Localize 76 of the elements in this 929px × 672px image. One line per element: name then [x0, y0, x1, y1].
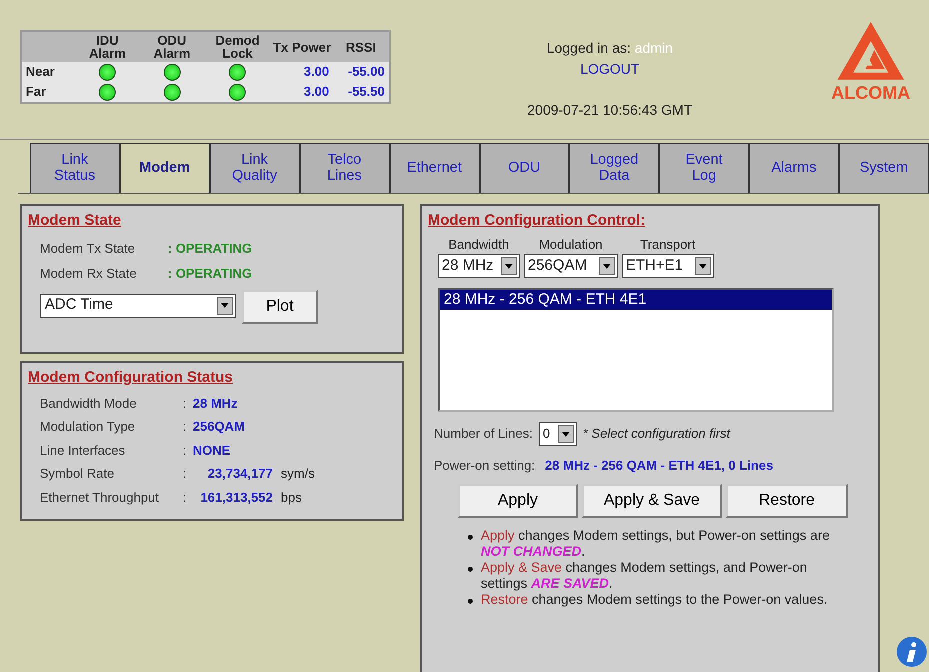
- table-cell: -55.50: [348, 84, 385, 99]
- nav-tab[interactable]: Ethernet: [390, 143, 480, 193]
- status-value: 161,313,552: [200, 488, 273, 506]
- nav-tab[interactable]: Logged Data: [569, 143, 660, 193]
- select-field[interactable]: ETH+E1: [622, 254, 714, 278]
- nav-tab[interactable]: Telco Lines: [300, 143, 390, 193]
- hint-text: * Select configuration first: [583, 425, 730, 444]
- status-value: 23,734,177: [206, 465, 273, 483]
- separator-text: :: [183, 442, 188, 460]
- column-header: RSSI: [346, 40, 376, 54]
- action-button[interactable]: Restore: [726, 484, 848, 518]
- field-label: Modem Tx State: [40, 240, 136, 258]
- select-label: Modulation: [539, 236, 603, 254]
- status-value: : OPERATING: [168, 265, 252, 283]
- section-title: Modem Configuration Control:: [428, 211, 646, 231]
- lines-select[interactable]: 0: [539, 422, 577, 446]
- nav-tab[interactable]: Link Quality: [210, 143, 300, 193]
- table-cell: 3.00: [304, 64, 330, 79]
- power-on-value: 28 MHz - 256 QAM - ETH 4E1, 0 Lines: [545, 457, 774, 475]
- logo-text: ALCOMA: [830, 84, 912, 102]
- logo-icon: [836, 20, 906, 82]
- field-label: Number of Lines:: [434, 425, 533, 444]
- bullet-icon: [468, 599, 473, 604]
- datetime-text: 2009-07-21 10:56:43 GMT: [526, 101, 694, 120]
- field-label: Symbol Rate: [40, 465, 116, 483]
- separator-text: :: [183, 465, 188, 483]
- column-header: Demod Lock: [216, 33, 260, 61]
- plot-select[interactable]: ADC Time: [40, 294, 236, 318]
- select-field[interactable]: 256QAM: [524, 254, 618, 278]
- status-value: 256QAM: [193, 418, 246, 436]
- table-cell: -55.00: [348, 64, 385, 79]
- note-text: Apply & Save changes Modem settings, and Power-on settings ARE SAVED.: [481, 560, 808, 592]
- column-header: Tx Power: [273, 40, 332, 54]
- plot-button[interactable]: Plot: [242, 290, 318, 324]
- nav-tab[interactable]: ODU: [480, 143, 570, 193]
- select-field[interactable]: 28 MHz: [438, 254, 520, 278]
- nav-tab[interactable]: Event Log: [659, 143, 750, 193]
- bullet-icon: [468, 534, 473, 540]
- nav-tab[interactable]: Modem: [120, 143, 210, 193]
- note-text: Apply changes Modem settings, but Power-on settings are NOT CHANGED.: [481, 528, 831, 560]
- column-header: ODU Alarm: [154, 33, 191, 61]
- field-label: Ethernet Throughput: [40, 488, 160, 507]
- field-label: Modulation Type: [40, 418, 136, 436]
- nav-tab[interactable]: Link Status: [30, 143, 120, 193]
- separator-text: :: [183, 418, 188, 436]
- status-value: : OPERATING: [168, 240, 252, 258]
- status-value: NONE: [193, 442, 231, 460]
- field-label: Line Interfaces: [40, 442, 126, 460]
- separator-text: :: [183, 488, 188, 506]
- section-title: Modem Configuration Status: [28, 368, 234, 388]
- separator-text: :: [183, 394, 188, 412]
- info-icon[interactable]: [896, 636, 928, 668]
- column-header: IDU Alarm: [89, 33, 126, 61]
- row-label: Far: [26, 84, 46, 99]
- action-button[interactable]: Apply: [458, 484, 578, 518]
- list-option[interactable]: 28 MHz - 256 QAM - ETH 4E1: [440, 290, 832, 310]
- login-label: Logged in as:: [546, 40, 632, 56]
- nav-tab[interactable]: System: [839, 143, 929, 193]
- unit-label: sym/s: [281, 465, 315, 483]
- select-label: Bandwidth: [448, 236, 510, 254]
- select-label: Transport: [640, 236, 696, 254]
- field-label: Power-on setting:: [434, 457, 536, 475]
- nav-tab[interactable]: Alarms: [749, 143, 840, 193]
- table-cell: 3.00: [304, 84, 330, 99]
- field-label: Bandwidth Mode: [40, 394, 138, 412]
- section-title: Modem State: [28, 211, 122, 231]
- bullet-icon: [468, 566, 473, 572]
- note-text: Restore changes Modem settings to the Power-on values.: [481, 592, 828, 608]
- username: admin: [634, 40, 674, 56]
- action-button[interactable]: Apply & Save: [582, 484, 722, 518]
- logout-link[interactable]: LOGOUT: [580, 59, 640, 80]
- row-label: Near: [26, 64, 55, 79]
- field-label: Modem Rx State: [40, 265, 138, 283]
- unit-label: bps: [281, 488, 302, 507]
- config-listbox[interactable]: 28 MHz - 256 QAM - ETH 4E1: [438, 288, 834, 412]
- status-value: 28 MHz: [193, 394, 238, 412]
